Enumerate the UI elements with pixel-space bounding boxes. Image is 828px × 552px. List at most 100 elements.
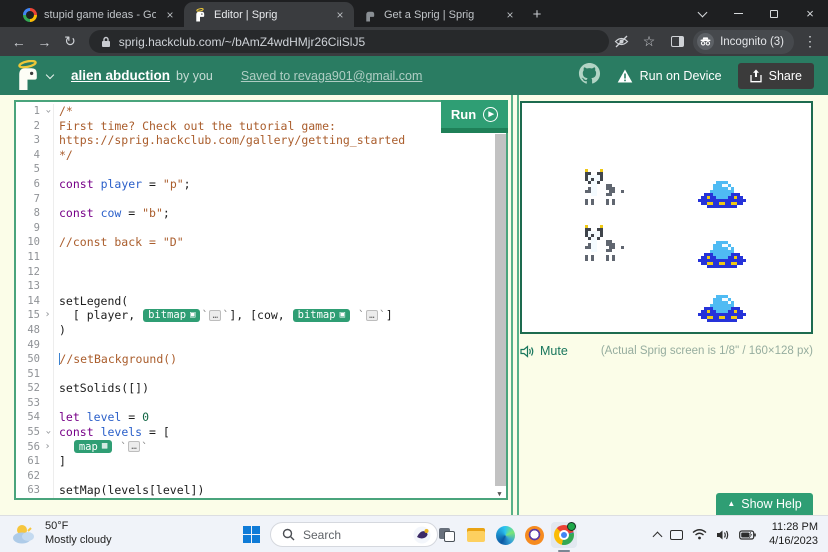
code-editor[interactable]: 1›/*2First time? Check out the tutorial …	[14, 100, 508, 500]
code-line[interactable]: 51	[16, 367, 506, 382]
code-line[interactable]: 12	[16, 265, 506, 280]
address-bar[interactable]: sprig.hackclub.com/~/bAmZ4wdHMjr26CiiSlJ…	[89, 30, 609, 53]
show-help-button[interactable]: ▲ Show Help	[716, 493, 813, 515]
code-line[interactable]: 48)	[16, 323, 506, 338]
code-line[interactable]: 50//setBackground()	[16, 352, 506, 367]
new-tab-button[interactable]: +	[524, 2, 550, 27]
forward-icon[interactable]: →	[32, 34, 58, 50]
file-explorer-button[interactable]	[463, 522, 489, 548]
code-line[interactable]: 61]	[16, 454, 506, 469]
code-text: */	[54, 148, 506, 163]
fold-open-icon[interactable]: ›	[42, 104, 54, 119]
reload-icon[interactable]: ↻	[57, 33, 83, 50]
speaker-icon	[520, 345, 535, 358]
map-widget-button[interactable]: map▦	[74, 440, 112, 453]
code-line[interactable]: 11	[16, 250, 506, 265]
tab-editor-sprig[interactable]: Editor | Sprig ×	[184, 2, 354, 27]
code-line[interactable]: 15› [ player, bitmap▣`…`], [cow, bitmap▣…	[16, 308, 506, 323]
tab-close-icon[interactable]: ×	[163, 9, 177, 21]
code-line[interactable]: 4*/	[16, 148, 506, 163]
code-line[interactable]: 52setSolids([])	[16, 381, 506, 396]
back-icon[interactable]: ←	[6, 34, 32, 50]
app-icon-button[interactable]	[521, 522, 547, 548]
editor-scrollbar[interactable]	[495, 134, 506, 486]
code-line[interactable]: 6const player = "p";	[16, 177, 506, 192]
game-title-link[interactable]: alien abduction	[71, 68, 170, 83]
eye-off-icon[interactable]	[609, 30, 633, 54]
scroll-down-icon[interactable]: ▼	[494, 490, 505, 498]
code-line[interactable]: 13	[16, 279, 506, 294]
fold-closed-icon[interactable]: ›	[42, 308, 54, 323]
battery-icon[interactable]	[739, 530, 756, 540]
minimize-button[interactable]	[720, 0, 756, 27]
code-line[interactable]: 56› map▦ `…`	[16, 440, 506, 455]
restore-button[interactable]	[756, 0, 792, 27]
saved-status-link[interactable]: Saved to revaga901@gmail.com	[241, 69, 423, 83]
tray-overflow-icon[interactable]	[653, 531, 663, 541]
chevron-down-icon	[46, 70, 54, 78]
task-view-button[interactable]	[434, 522, 460, 548]
mute-button[interactable]: Mute	[520, 344, 568, 358]
code-line[interactable]: 8const cow = "b";	[16, 206, 506, 221]
warning-icon	[617, 69, 633, 83]
panel-resize-handle[interactable]	[511, 95, 519, 515]
code-line[interactable]: 5	[16, 162, 506, 177]
line-number: 6	[16, 177, 42, 192]
fold-open-icon[interactable]: ›	[42, 425, 54, 440]
taskbar-search-box[interactable]: Search	[270, 522, 438, 547]
code-line[interactable]: 2First time? Check out the tutorial game…	[16, 119, 506, 134]
tab-search-icon[interactable]	[684, 0, 720, 27]
code-text: setLegend(	[54, 294, 506, 309]
side-panel-icon[interactable]	[665, 30, 689, 54]
code-lines: 1›/*2First time? Check out the tutorial …	[16, 104, 506, 498]
bitmap-widget-button[interactable]: bitmap▣	[143, 309, 200, 322]
tab-close-icon[interactable]: ×	[333, 9, 347, 21]
touch-keyboard-icon[interactable]	[670, 530, 683, 540]
code-line[interactable]: 14setLegend(	[16, 294, 506, 309]
code-line[interactable]: 63setMap(levels[level])	[16, 483, 506, 498]
code-line[interactable]: 7	[16, 192, 506, 207]
sprig-menu-button[interactable]	[14, 60, 53, 91]
tab-google-search[interactable]: stupid game ideas - Google Sear ×	[14, 2, 184, 27]
line-number: 12	[16, 265, 42, 280]
fold-gutter	[42, 133, 54, 148]
collapsed-content-button[interactable]: …	[128, 441, 140, 452]
run-on-device-button[interactable]: Run on Device	[617, 69, 722, 83]
volume-icon[interactable]	[716, 529, 730, 541]
line-number: 48	[16, 323, 42, 338]
code-line[interactable]: 10//const back = "D"	[16, 235, 506, 250]
code-line[interactable]: 1›/*	[16, 104, 506, 119]
profile-chip[interactable]: Incognito (3)	[693, 30, 794, 54]
code-line[interactable]: 62	[16, 469, 506, 484]
code-line[interactable]: 49	[16, 338, 506, 353]
share-button[interactable]: Share	[738, 63, 814, 89]
collapsed-content-button[interactable]: …	[366, 310, 378, 321]
taskbar-clock[interactable]: 11:28 PM 4/16/2023	[769, 521, 818, 548]
line-number: 62	[16, 469, 42, 484]
code-line[interactable]: 3https://sprig.hackclub.com/gallery/gett…	[16, 133, 506, 148]
code-line[interactable]: 55›const levels = [	[16, 425, 506, 440]
close-window-button[interactable]: ×	[792, 0, 828, 27]
game-screen[interactable]	[520, 101, 813, 334]
wifi-icon[interactable]	[692, 529, 707, 540]
edge-browser-button[interactable]	[492, 522, 518, 548]
code-line[interactable]: 54let level = 0	[16, 410, 506, 425]
play-icon: ▶	[483, 107, 498, 122]
windows-start-button[interactable]	[243, 526, 260, 543]
browser-menu-icon[interactable]: ⋮	[798, 30, 822, 54]
search-highlight-icon	[412, 525, 432, 544]
code-line[interactable]: 53	[16, 396, 506, 411]
mute-label: Mute	[540, 344, 568, 358]
github-icon[interactable]	[578, 62, 601, 90]
bitmap-widget-button[interactable]: bitmap▣	[293, 309, 350, 322]
taskbar-weather-widget[interactable]: 50°F Mostly cloudy	[10, 520, 112, 547]
tab-get-a-sprig[interactable]: Get a Sprig | Sprig ×	[354, 2, 524, 27]
tab-close-icon[interactable]: ×	[503, 9, 517, 21]
fold-closed-icon[interactable]: ›	[42, 440, 54, 455]
collapsed-content-button[interactable]: …	[209, 310, 221, 321]
byline: by you	[176, 69, 213, 83]
chrome-browser-button[interactable]	[551, 522, 577, 548]
bookmark-star-icon[interactable]: ☆	[637, 30, 661, 54]
run-button[interactable]: Run ▶	[441, 100, 508, 133]
code-line[interactable]: 9	[16, 221, 506, 236]
